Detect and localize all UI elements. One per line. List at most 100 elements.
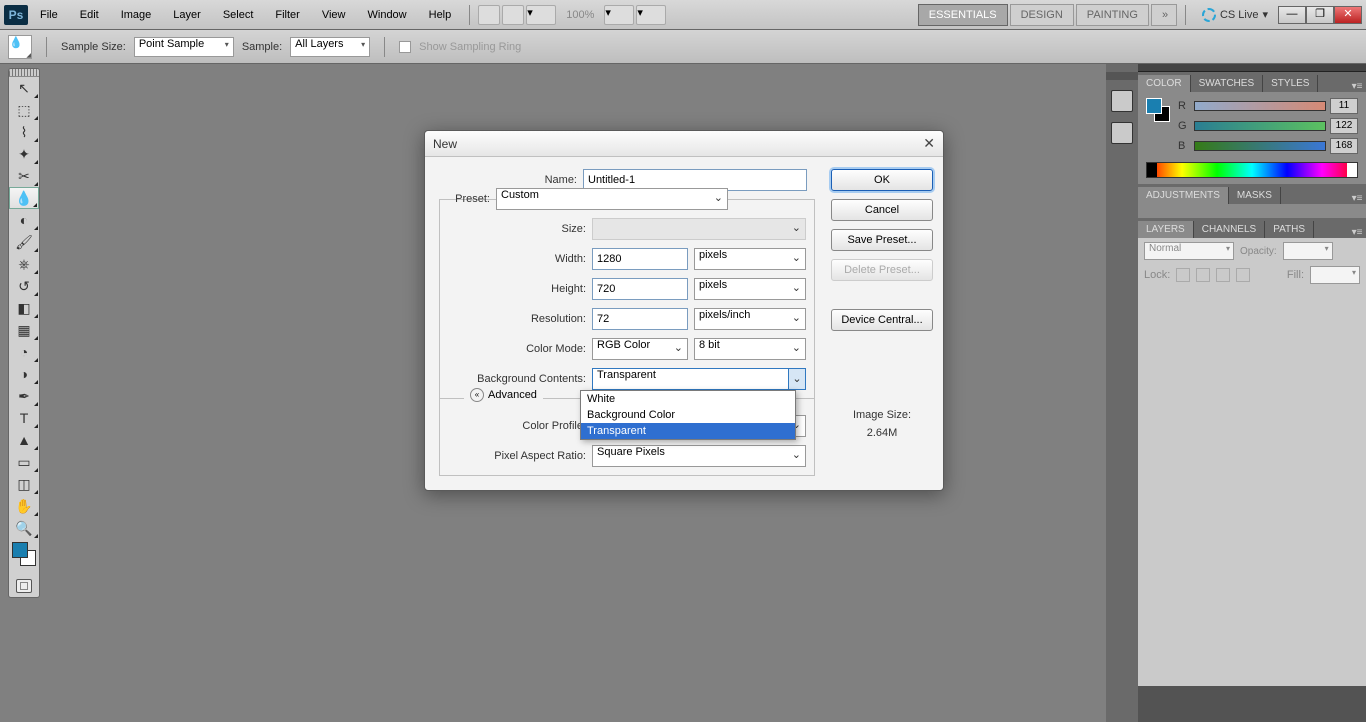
dialog-titlebar[interactable]: New ✕ (425, 131, 943, 157)
tab-adjustments[interactable]: ADJUSTMENTS (1138, 187, 1229, 204)
bg-contents-select[interactable]: Transparent (592, 368, 806, 390)
device-central-button[interactable]: Device Central... (831, 309, 933, 331)
colormode-select[interactable]: RGB Color (592, 338, 688, 360)
menu-filter[interactable]: Filter (265, 5, 309, 25)
blur-tool[interactable]: ◔ (9, 341, 39, 363)
width-input[interactable] (592, 248, 688, 270)
show-ring-checkbox[interactable] (399, 41, 411, 53)
ok-button[interactable]: OK (831, 169, 933, 191)
width-unit-select[interactable]: pixels (694, 248, 806, 270)
blend-mode-select[interactable]: Normal (1144, 242, 1234, 260)
save-preset-button[interactable]: Save Preset... (831, 229, 933, 251)
wand-tool[interactable]: ✦ (9, 143, 39, 165)
dock-grip[interactable] (1106, 72, 1138, 80)
b-value[interactable]: 168 (1330, 138, 1358, 154)
resolution-input[interactable] (592, 308, 688, 330)
workspace-painting[interactable]: PAINTING (1076, 4, 1149, 26)
tab-channels[interactable]: CHANNELS (1194, 221, 1265, 238)
panel-menu-icon[interactable]: ▾≡ (1348, 227, 1366, 238)
height-unit-select[interactable]: pixels (694, 278, 806, 300)
lock-transparent-icon[interactable] (1176, 268, 1190, 282)
dock-grip[interactable] (1138, 64, 1366, 72)
height-input[interactable] (592, 278, 688, 300)
eyedropper-tool[interactable]: 💧 (9, 187, 39, 209)
eraser-tool[interactable]: ◧ (9, 297, 39, 319)
bg-option-white[interactable]: White (581, 391, 795, 407)
zoom-level[interactable]: 100% (558, 9, 602, 21)
path-select-tool[interactable]: ▲ (9, 429, 39, 451)
sample-select[interactable]: All Layers (290, 37, 370, 57)
crop-tool[interactable]: ✂ (9, 165, 39, 187)
b-slider[interactable] (1194, 141, 1326, 151)
menu-file[interactable]: File (30, 5, 68, 25)
workspace-design[interactable]: DESIGN (1010, 4, 1074, 26)
bridge-icon[interactable] (478, 5, 500, 25)
advanced-toggle[interactable]: « Advanced (464, 388, 543, 402)
bg-option-transparent[interactable]: Transparent (581, 423, 795, 439)
menu-help[interactable]: Help (419, 5, 462, 25)
tab-layers[interactable]: LAYERS (1138, 221, 1194, 238)
marquee-tool[interactable]: ⬚ (9, 99, 39, 121)
menu-edit[interactable]: Edit (70, 5, 109, 25)
maximize-button[interactable]: ❐ (1306, 6, 1334, 24)
dialog-close-button[interactable]: ✕ (923, 135, 935, 152)
minibridge-panel-icon[interactable] (1111, 90, 1133, 112)
brush-tool[interactable]: 🖌 (9, 231, 39, 253)
menu-image[interactable]: Image (111, 5, 162, 25)
quick-mask-toggle[interactable] (9, 575, 39, 597)
type-tool[interactable]: T (9, 407, 39, 429)
menu-view[interactable]: View (312, 5, 356, 25)
pen-tool[interactable]: ✒ (9, 385, 39, 407)
lock-all-icon[interactable] (1236, 268, 1250, 282)
tab-paths[interactable]: PATHS (1265, 221, 1314, 238)
cslive-button[interactable]: CS Live ▾ (1194, 8, 1276, 22)
lock-position-icon[interactable] (1216, 268, 1230, 282)
history-brush-tool[interactable]: ↺ (9, 275, 39, 297)
workspace-more[interactable]: » (1151, 4, 1177, 26)
history-panel-icon[interactable] (1111, 122, 1133, 144)
g-value[interactable]: 122 (1330, 118, 1358, 134)
workspace-essentials[interactable]: ESSENTIALS (918, 4, 1008, 26)
current-tool-icon[interactable]: 💧 (8, 35, 32, 59)
color-fg-bg-mini[interactable] (1146, 98, 1172, 124)
r-slider[interactable] (1194, 101, 1326, 111)
arrange-docs-icon[interactable]: ▾ (604, 5, 634, 25)
tab-color[interactable]: COLOR (1138, 75, 1191, 92)
r-value[interactable]: 11 (1330, 98, 1358, 114)
shape-tool[interactable]: ▭ (9, 451, 39, 473)
menu-select[interactable]: Select (213, 5, 264, 25)
healing-tool[interactable]: ◐ (9, 209, 39, 231)
g-slider[interactable] (1194, 121, 1326, 131)
minimize-button[interactable]: ― (1278, 6, 1306, 24)
bitdepth-select[interactable]: 8 bit (694, 338, 806, 360)
foreground-background-colors[interactable] (9, 539, 39, 575)
resolution-unit-select[interactable]: pixels/inch (694, 308, 806, 330)
hand-tool[interactable]: ✋ (9, 495, 39, 517)
dodge-tool[interactable]: ◑ (9, 363, 39, 385)
opacity-input[interactable] (1283, 242, 1333, 260)
minibridge-icon[interactable] (502, 5, 524, 25)
sample-size-select[interactable]: Point Sample (134, 37, 234, 57)
menu-layer[interactable]: Layer (163, 5, 211, 25)
tab-masks[interactable]: MASKS (1229, 187, 1281, 204)
panel-menu-icon[interactable]: ▾≡ (1348, 81, 1366, 92)
lasso-tool[interactable]: ⌇ (9, 121, 39, 143)
move-tool[interactable]: ↖ (9, 77, 39, 99)
pixel-aspect-select[interactable]: Square Pixels (592, 445, 806, 467)
gradient-tool[interactable]: ▦ (9, 319, 39, 341)
fill-input[interactable] (1310, 266, 1360, 284)
foreground-color-swatch[interactable] (12, 542, 28, 558)
palette-grip[interactable] (9, 69, 39, 77)
3d-tool[interactable]: ◫ (9, 473, 39, 495)
preset-select[interactable]: Custom (496, 188, 728, 210)
tab-styles[interactable]: STYLES (1263, 75, 1318, 92)
tab-swatches[interactable]: SWATCHES (1191, 75, 1264, 92)
panel-menu-icon[interactable]: ▾≡ (1348, 193, 1366, 204)
cancel-button[interactable]: Cancel (831, 199, 933, 221)
lock-pixels-icon[interactable] (1196, 268, 1210, 282)
color-spectrum[interactable] (1146, 162, 1358, 178)
zoom-tool[interactable]: 🔍 (9, 517, 39, 539)
stamp-tool[interactable]: ⎈ (9, 253, 39, 275)
menu-window[interactable]: Window (358, 5, 417, 25)
extras-icon[interactable]: ▾ (526, 5, 556, 25)
